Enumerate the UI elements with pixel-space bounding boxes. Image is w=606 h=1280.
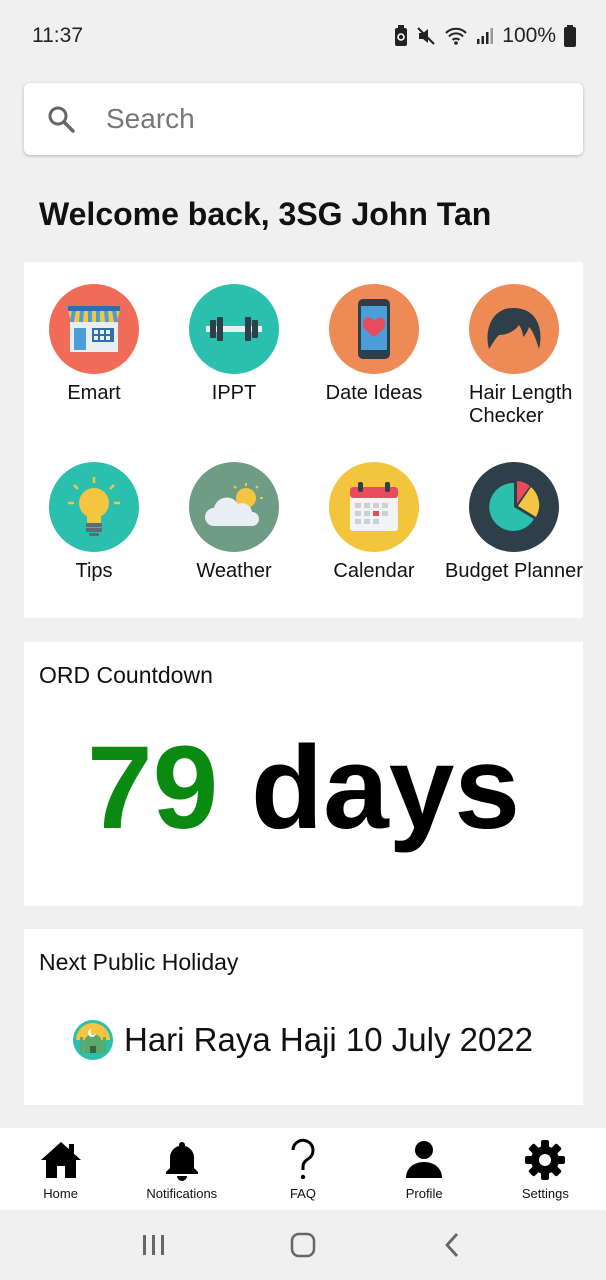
person-icon	[406, 1141, 443, 1178]
app-label: Calendar	[333, 560, 415, 582]
system-nav-bar	[0, 1210, 606, 1280]
wifi-icon	[445, 27, 467, 45]
status-icons: 100%	[394, 24, 576, 48]
bell-icon	[165, 1142, 198, 1181]
ord-days-number: 79	[86, 722, 219, 854]
home-system-button[interactable]	[273, 1220, 333, 1270]
nav-home[interactable]: Home	[2, 1128, 120, 1210]
calendar-icon	[329, 462, 419, 552]
app-tips[interactable]: Tips	[24, 462, 164, 583]
nav-settings[interactable]: Settings	[486, 1128, 604, 1210]
back-icon	[444, 1233, 458, 1257]
app-label: Budget Planner	[445, 560, 583, 582]
ord-days-unit: days	[251, 722, 521, 854]
nav-faq[interactable]: FAQ	[244, 1128, 362, 1210]
battery-icon	[564, 25, 576, 47]
app-label: Emart	[67, 382, 121, 404]
cloud-sun-icon	[189, 462, 279, 552]
ord-countdown-value: 79 days	[24, 728, 583, 848]
apps-grid: Emart IPPT Date Ideas Hair Length Checke…	[24, 262, 583, 618]
ord-countdown-card: ORD Countdown 79 days	[24, 642, 583, 906]
home-icon	[40, 1142, 81, 1178]
app-date-ideas[interactable]: Date Ideas	[304, 284, 444, 405]
gear-icon	[525, 1140, 566, 1180]
app-budget-planner[interactable]: Budget Planner	[444, 462, 584, 583]
home-circle-icon	[290, 1232, 316, 1258]
nav-notifications[interactable]: Notifications	[123, 1128, 241, 1210]
question-icon	[291, 1138, 315, 1180]
nav-label: Home	[43, 1186, 78, 1201]
app-hair-length-checker[interactable]: Hair Length Checker	[444, 284, 584, 428]
back-button[interactable]	[422, 1220, 482, 1270]
app-ippt[interactable]: IPPT	[164, 284, 304, 405]
next-holiday-row: Hari Raya Haji 10 July 2022	[72, 1019, 533, 1061]
ord-countdown-title: ORD Countdown	[39, 662, 213, 688]
recent-apps-icon	[143, 1235, 165, 1255]
welcome-heading: Welcome back, 3SG John Tan	[39, 196, 492, 232]
app-calendar[interactable]: Calendar	[304, 462, 444, 583]
signal-icon	[477, 28, 494, 44]
battery-saver-icon	[395, 25, 408, 46]
app-label: Hair Length Checker	[469, 382, 573, 427]
app-label: Weather	[196, 560, 272, 582]
hair-icon	[469, 284, 559, 374]
next-holiday-text: Hari Raya Haji 10 July 2022	[124, 1021, 534, 1058]
nav-label: Settings	[521, 1186, 569, 1201]
mute-icon	[417, 27, 435, 45]
battery-percent: 100%	[502, 24, 556, 47]
dumbbell-icon	[189, 284, 279, 374]
app-weather[interactable]: Weather	[164, 462, 304, 583]
nav-label: Notifications	[146, 1186, 218, 1201]
search-input[interactable]	[106, 103, 526, 135]
nav-label: Profile	[405, 1186, 443, 1201]
app-label: IPPT	[211, 382, 257, 404]
store-icon	[49, 284, 139, 374]
next-holiday-title: Next Public Holiday	[39, 949, 239, 975]
status-bar: 11:37 100%	[0, 0, 606, 72]
app-emart[interactable]: Emart	[24, 284, 164, 405]
mosque-icon	[73, 1020, 113, 1060]
next-holiday-card: Next Public Holiday Hari Raya Haji 10 Ju…	[24, 929, 583, 1105]
search-bar[interactable]	[24, 83, 583, 155]
phone-heart-icon	[329, 284, 419, 374]
app-label: Date Ideas	[325, 382, 423, 404]
nav-label: FAQ	[289, 1186, 316, 1201]
status-time: 11:37	[32, 24, 83, 47]
bottom-nav: Home Notifications FAQ Profile Settings	[0, 1128, 606, 1210]
app-label: Tips	[75, 560, 113, 582]
lightbulb-icon	[49, 462, 139, 552]
recent-apps-button[interactable]	[124, 1220, 184, 1270]
search-icon	[48, 106, 75, 133]
pie-chart-icon	[469, 462, 559, 552]
nav-profile[interactable]: Profile	[365, 1128, 483, 1210]
